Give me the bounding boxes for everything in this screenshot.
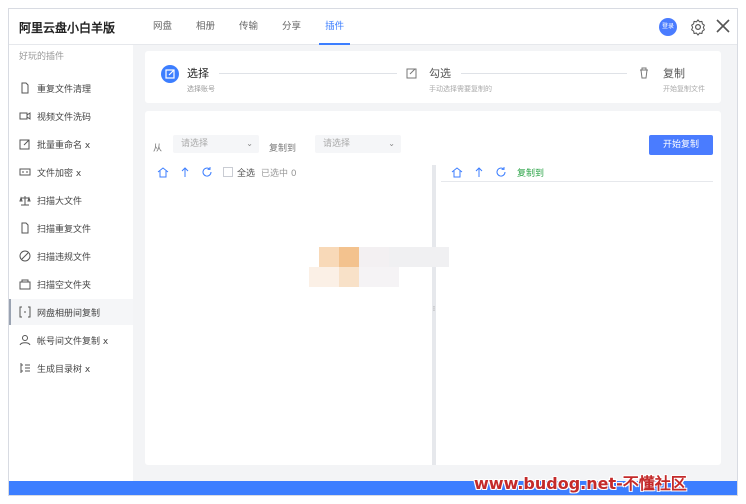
copy-panel: 从 请选择 ⌄ 复制到 请选择 ⌄ 开始复制 全选 已选中 0 ⁞ 复制到: [145, 111, 721, 465]
pane-divider[interactable]: ⁞: [432, 165, 436, 465]
sidebar-item-label: 帐号间文件复制 x: [37, 336, 109, 347]
sidebar-item-label: 扫描大文件: [37, 196, 83, 207]
gear-icon[interactable]: [689, 18, 707, 36]
sidebar-item-label: 扫描重复文件: [37, 224, 92, 235]
step-2-desc: 手动选择需要复制的: [429, 85, 492, 93]
empty-folder-icon: [19, 279, 31, 290]
from-select-placeholder: 请选择: [181, 139, 209, 149]
sidebar-item-scan-violations[interactable]: 扫描违规文件: [9, 243, 133, 269]
step-1-title: 选择: [187, 67, 209, 80]
sidebar-heading: 好玩的插件: [19, 52, 65, 62]
sidebar-item-label: 扫描空文件夹: [37, 280, 92, 291]
tab-transfer[interactable]: 传输: [227, 9, 270, 45]
sidebar-item-scan-empty-folders[interactable]: 扫描空文件夹: [9, 271, 133, 297]
home-icon[interactable]: [451, 166, 463, 178]
tab-plugins[interactable]: 插件: [313, 9, 356, 45]
step-1-desc: 选择账号: [187, 85, 215, 93]
start-copy-button[interactable]: 开始复制: [649, 135, 713, 155]
encrypt-icon: [19, 168, 31, 176]
sidebar-item-copy-between-accounts[interactable]: 帐号间文件复制 x: [9, 327, 133, 353]
sidebar-item-scan-duplicates[interactable]: 扫描重复文件: [9, 215, 133, 241]
left-pane-toolbar: 全选 已选中 0: [157, 165, 303, 179]
tab-album[interactable]: 相册: [184, 9, 227, 45]
from-select[interactable]: 请选择 ⌄: [173, 135, 259, 153]
sidebar-item-label: 批量重命名 x: [37, 140, 91, 151]
right-pane-divider-line: [441, 181, 713, 182]
step-connector: [461, 73, 627, 74]
chevron-down-icon: ⌄: [246, 139, 253, 148]
sidebar-item-scan-large-files[interactable]: 扫描大文件: [9, 187, 133, 213]
step-2-title: 勾选: [429, 67, 451, 80]
sidebar-item-duplicate-cleanup[interactable]: 重复文件清理: [9, 75, 133, 101]
edit-icon: [19, 139, 30, 150]
sidebar-item-label: 网盘相册间复制: [37, 308, 101, 319]
scale-icon: [19, 196, 31, 206]
sidebar-item-file-encrypt[interactable]: 文件加密 x: [9, 159, 133, 185]
copy-to-destination: 复制到: [517, 168, 545, 179]
watermark: www.budog.net-不懂社区: [474, 472, 687, 496]
duplicate-icon: [21, 222, 29, 234]
home-icon[interactable]: [157, 166, 169, 178]
sidebar-item-generate-tree[interactable]: 生成目录树 x: [9, 355, 133, 381]
selected-count: 已选中 0: [261, 168, 297, 179]
app-title: 阿里云盘小白羊版: [19, 21, 116, 35]
watermark-url: www.budog.net: [474, 474, 617, 493]
tab-share[interactable]: 分享: [270, 9, 313, 45]
app-window: 阿里云盘小白羊版 网盘 相册 传输 分享 插件 登录 好玩的插件 重复文件清理 …: [8, 8, 738, 496]
drag-handle-icon[interactable]: ⁞: [432, 305, 436, 313]
arrow-up-icon[interactable]: [473, 166, 485, 178]
refresh-icon[interactable]: [495, 166, 507, 178]
login-button[interactable]: 登录: [659, 18, 677, 36]
sidebar-item-label: 视频文件洗码: [37, 112, 92, 123]
refresh-icon[interactable]: [201, 166, 213, 178]
video-icon: [19, 112, 31, 120]
steps-bar: 选择 选择账号 勾选 手动选择需要复制的 复制 开始复制文件: [145, 51, 721, 103]
sidebar-item-label: 文件加密 x: [37, 168, 82, 179]
file-icon: [21, 82, 29, 94]
sidebar: 好玩的插件 重复文件清理 视频文件洗码 批量重命名 x 文件加密 x 扫描大文件…: [9, 45, 133, 481]
arrow-up-icon[interactable]: [179, 166, 191, 178]
right-pane-toolbar: 复制到: [451, 165, 544, 179]
step-connector: [219, 73, 397, 74]
sidebar-item-label: 生成目录树 x: [37, 364, 91, 375]
edit-icon: [165, 69, 175, 79]
header: 阿里云盘小白羊版 网盘 相册 传输 分享 插件 登录: [9, 9, 737, 45]
to-select-placeholder: 请选择: [323, 139, 351, 149]
tab-netdisk[interactable]: 网盘: [141, 9, 184, 45]
sidebar-item-label: 重复文件清理: [37, 84, 92, 95]
trash-icon: [640, 67, 648, 79]
step-1-indicator: [161, 65, 179, 83]
chevron-down-icon: ⌄: [388, 139, 395, 148]
watermark-site: -不懂社区: [616, 474, 687, 493]
select-all-checkbox[interactable]: [223, 167, 233, 177]
checkbox-edit-icon: [406, 68, 417, 79]
sidebar-item-batch-rename[interactable]: 批量重命名 x: [9, 131, 133, 157]
accounts-icon: [19, 335, 31, 346]
from-label: 从: [153, 144, 163, 154]
sidebar-item-video-transcode[interactable]: 视频文件洗码: [9, 103, 133, 129]
copy-between-icon: [19, 306, 31, 318]
tree-icon: [20, 363, 30, 373]
to-select[interactable]: 请选择 ⌄: [315, 135, 401, 153]
step-3-title: 复制: [663, 67, 685, 80]
main-tabs: 网盘 相册 传输 分享 插件: [141, 9, 356, 45]
step-3-desc: 开始复制文件: [663, 85, 705, 93]
sidebar-item-copy-disk-album[interactable]: 网盘相册间复制: [9, 299, 133, 325]
loading-blur: [309, 247, 449, 287]
copy-to-label: 复制到: [269, 144, 297, 154]
sidebar-item-label: 扫描违规文件: [37, 252, 92, 263]
forbidden-icon: [19, 250, 31, 262]
close-icon[interactable]: [713, 16, 733, 36]
select-all-label: 全选: [237, 168, 256, 179]
